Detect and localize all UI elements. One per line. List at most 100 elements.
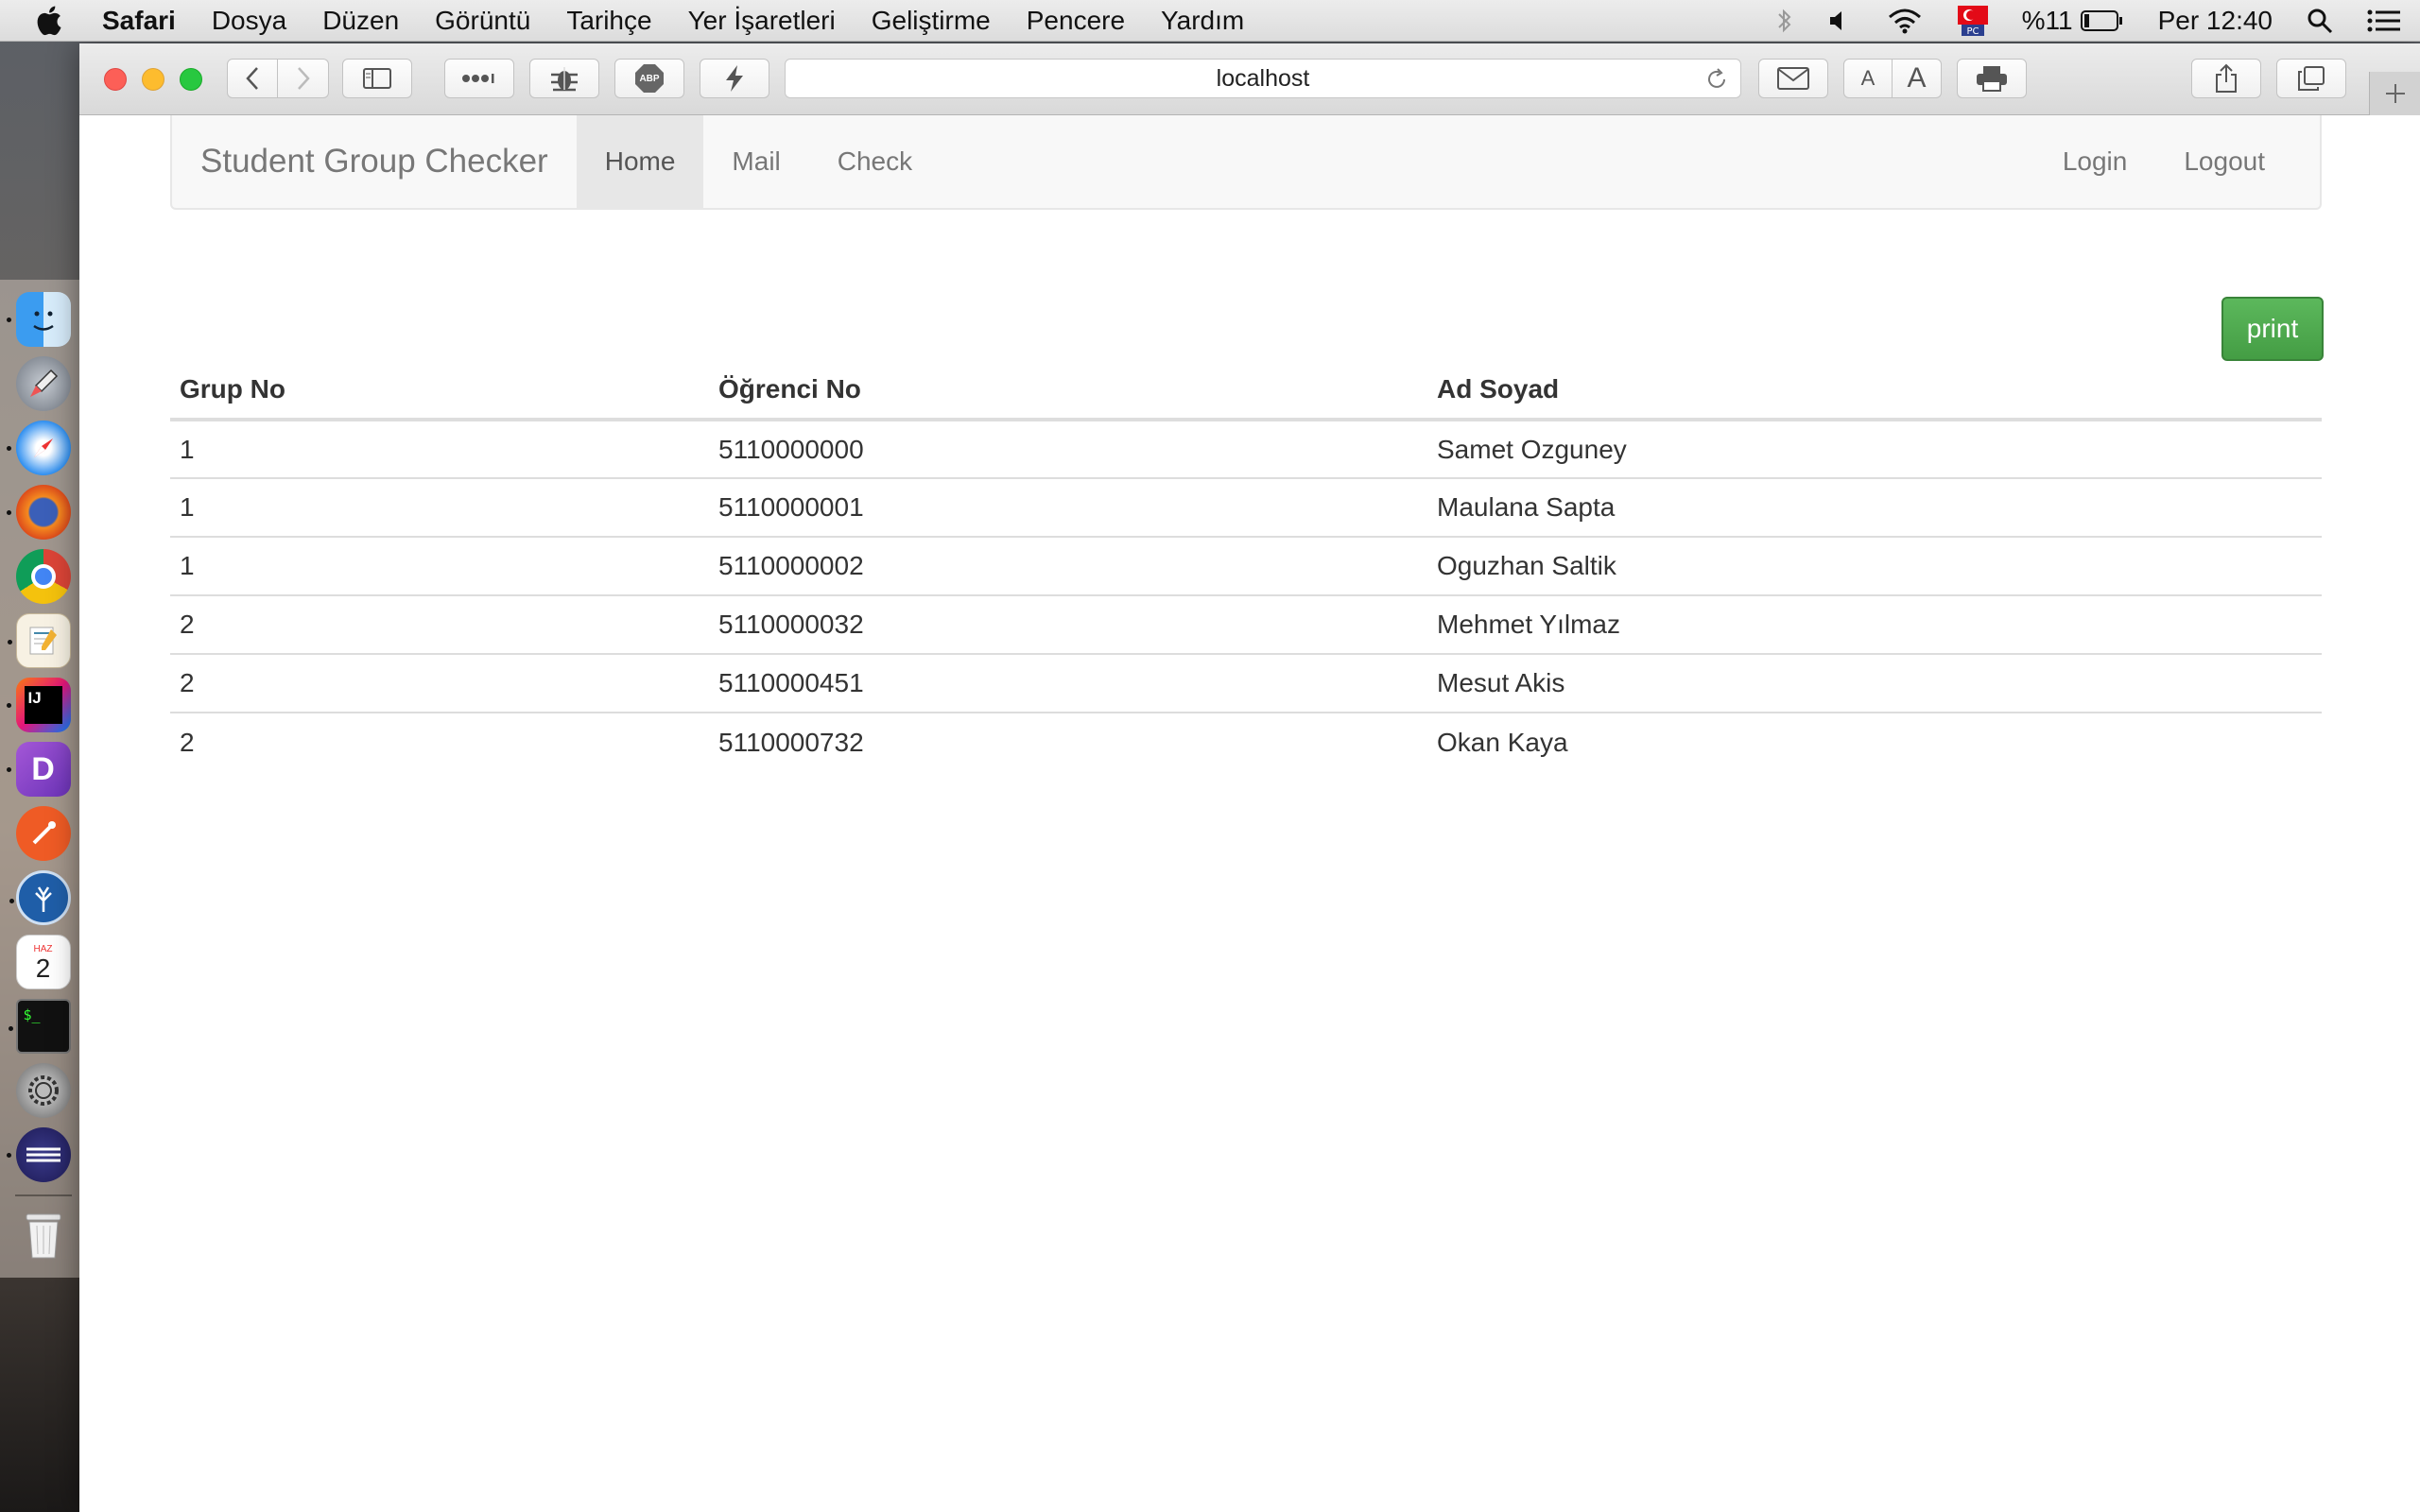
cell-ad-soyad: Mehmet Yılmaz bbox=[1427, 594, 2322, 654]
close-window-button[interactable] bbox=[104, 68, 127, 91]
share-button[interactable] bbox=[2191, 59, 2261, 98]
cell-ad-soyad: Mesut Akis bbox=[1427, 653, 2322, 713]
nav-logout[interactable]: Logout bbox=[2155, 115, 2320, 208]
input-source-flag-icon[interactable]: PC bbox=[1957, 6, 1988, 36]
cell-ogrenci-no: 5110000732 bbox=[709, 712, 1427, 771]
menu-app-safari[interactable]: Safari bbox=[102, 6, 176, 36]
font-smaller-label: A bbox=[1860, 66, 1876, 90]
notification-center-icon[interactable] bbox=[2367, 9, 2401, 33]
extension-debug-button[interactable] bbox=[529, 59, 599, 98]
apple-icon[interactable] bbox=[34, 5, 87, 37]
minimize-window-button[interactable] bbox=[142, 68, 164, 91]
printer-icon bbox=[1977, 66, 2007, 92]
battery-icon[interactable] bbox=[2080, 9, 2124, 33]
extension-more-button[interactable] bbox=[444, 59, 514, 98]
svg-text:PC: PC bbox=[1966, 26, 1979, 36]
menu-pencere[interactable]: Pencere bbox=[1027, 6, 1125, 36]
running-indicator bbox=[6, 318, 11, 322]
eclipse-icon[interactable] bbox=[6, 1127, 71, 1182]
terminal-icon[interactable]: $_ bbox=[8, 999, 71, 1054]
intellij-icon[interactable]: IJ bbox=[6, 678, 71, 732]
battery-percent[interactable]: %11 bbox=[2022, 6, 2073, 36]
menu-gelistirme[interactable]: Geliştirme bbox=[872, 6, 991, 36]
tabs-icon bbox=[2298, 66, 2325, 91]
font-larger-button[interactable]: A bbox=[1893, 59, 1942, 98]
envelope-icon bbox=[1777, 67, 1809, 90]
menu-yardim[interactable]: Yardım bbox=[1161, 6, 1244, 36]
volume-icon[interactable] bbox=[1827, 9, 1852, 33]
finder-icon[interactable] bbox=[6, 292, 71, 347]
column-header-ogrenci-no: Öğrenci No bbox=[709, 361, 1427, 421]
launchpad-icon[interactable] bbox=[15, 356, 71, 411]
calendar-month: HAZ bbox=[33, 943, 53, 954]
calendar-icon[interactable]: HAZ 2 bbox=[15, 935, 71, 989]
cell-grup-no: 1 bbox=[170, 536, 709, 595]
adblock-icon: ABP bbox=[635, 64, 664, 93]
chrome-icon[interactable] bbox=[15, 549, 71, 604]
table-row: 1 5110000002 Oguzhan Saltik bbox=[170, 536, 2322, 595]
sourcetree-icon[interactable] bbox=[9, 870, 71, 925]
font-smaller-button[interactable]: A bbox=[1843, 59, 1893, 98]
cell-grup-no: 2 bbox=[170, 594, 709, 654]
nav-mail[interactable]: Mail bbox=[703, 115, 808, 208]
system-preferences-icon[interactable] bbox=[15, 1063, 71, 1118]
spotlight-search-icon[interactable] bbox=[2307, 8, 2333, 34]
mail-page-button[interactable] bbox=[1758, 59, 1828, 98]
new-tab-button[interactable] bbox=[2369, 72, 2420, 115]
textedit-icon[interactable] bbox=[7, 613, 71, 668]
bug-icon bbox=[551, 67, 578, 92]
adblock-button[interactable]: ABP bbox=[614, 59, 684, 98]
extension-lightning-button[interactable] bbox=[700, 59, 769, 98]
menu-tarihce[interactable]: Tarihçe bbox=[566, 6, 651, 36]
running-indicator bbox=[9, 899, 14, 903]
nav-check[interactable]: Check bbox=[809, 115, 941, 208]
safari-icon[interactable] bbox=[6, 421, 71, 475]
browser-toolbar: ABP localhost A A bbox=[79, 43, 2420, 115]
menu-yer-isaretleri[interactable]: Yer İşaretleri bbox=[688, 6, 836, 36]
running-indicator bbox=[6, 446, 11, 451]
navbar-spacer bbox=[941, 115, 2034, 208]
table-row: 2 5110000451 Mesut Akis bbox=[170, 653, 2322, 713]
menu-goruntu[interactable]: Görüntü bbox=[435, 6, 530, 36]
dash-icon[interactable]: D bbox=[6, 742, 71, 797]
column-header-grup-no: Grup No bbox=[170, 361, 709, 421]
nav-home[interactable]: Home bbox=[576, 115, 704, 208]
tab-overview-button[interactable] bbox=[2276, 59, 2346, 98]
trash-icon[interactable] bbox=[16, 1209, 71, 1263]
menu-dosya[interactable]: Dosya bbox=[212, 6, 286, 36]
address-bar[interactable]: localhost bbox=[785, 59, 1741, 98]
sidebar-icon bbox=[363, 68, 391, 89]
wifi-icon[interactable] bbox=[1886, 7, 1924, 35]
clock[interactable]: Per 12:40 bbox=[2158, 6, 2273, 36]
web-page: Student Group Checker Home Mail Check Lo… bbox=[79, 115, 2420, 1512]
reload-icon[interactable] bbox=[1704, 67, 1729, 98]
cell-ad-soyad: Oguzhan Saltik bbox=[1427, 536, 2322, 595]
bluetooth-icon[interactable] bbox=[1776, 7, 1793, 35]
running-indicator bbox=[8, 1026, 13, 1031]
more-dots-icon bbox=[462, 74, 494, 83]
postman-icon[interactable] bbox=[15, 806, 71, 861]
lightning-icon bbox=[726, 65, 743, 92]
cell-ogrenci-no: 5110000000 bbox=[718, 434, 864, 464]
table-row: 2 5110000732 Okan Kaya bbox=[170, 712, 2322, 771]
dock: IJ D HAZ 2 $_ bbox=[0, 280, 81, 1278]
cell-ogrenci-no: 5110000002 bbox=[709, 536, 1427, 595]
firefox-icon[interactable] bbox=[6, 485, 71, 540]
nav-login[interactable]: Login bbox=[2034, 115, 2156, 208]
student-group-table: Grup No Öğrenci No Ad Soyad 1 5110000000… bbox=[170, 361, 2322, 771]
back-button[interactable] bbox=[227, 59, 278, 98]
print-button[interactable]: print bbox=[2221, 297, 2324, 361]
running-indicator bbox=[6, 510, 11, 515]
table-header-row: Grup No Öğrenci No Ad Soyad bbox=[170, 361, 2322, 421]
running-indicator bbox=[6, 1153, 11, 1158]
zoom-window-button[interactable] bbox=[180, 68, 202, 91]
cell-grup-no: 2 bbox=[170, 712, 709, 771]
url-text: localhost bbox=[1216, 64, 1310, 92]
sidebar-toggle-button[interactable] bbox=[342, 59, 412, 98]
share-icon bbox=[2216, 63, 2237, 93]
forward-button[interactable] bbox=[278, 59, 329, 98]
chevron-right-icon bbox=[297, 67, 310, 90]
menu-duzen[interactable]: Düzen bbox=[322, 6, 399, 36]
print-page-button[interactable] bbox=[1957, 59, 2027, 98]
navbar-brand[interactable]: Student Group Checker bbox=[172, 115, 577, 208]
